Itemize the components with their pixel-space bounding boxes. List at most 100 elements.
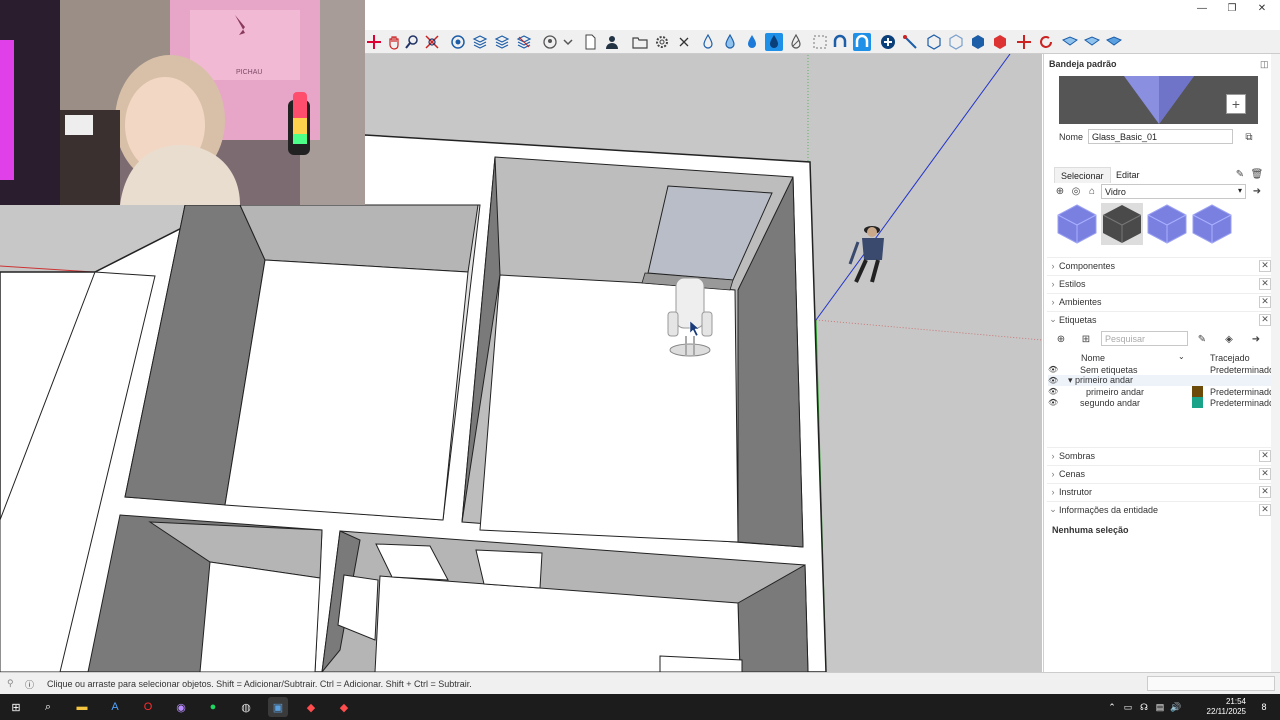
close-button[interactable]: ✕	[1247, 0, 1277, 16]
gear-icon[interactable]	[653, 33, 671, 51]
visibility-eye-icon[interactable]: 👁	[1048, 398, 1060, 407]
drop-stripe-icon[interactable]	[787, 33, 805, 51]
sort-icon[interactable]: ⌄	[1178, 352, 1185, 361]
layers-split-icon[interactable]	[515, 33, 533, 51]
expand-icon[interactable]: ▾	[1068, 375, 1075, 385]
forward-icon[interactable]: ◎	[1070, 185, 1082, 197]
tag-search-input[interactable]: Pesquisar	[1101, 331, 1188, 346]
measure-icon[interactable]	[901, 33, 919, 51]
column-dash-header[interactable]: Tracejado	[1210, 353, 1250, 363]
tag-tool-icon[interactable]: ◈	[1223, 333, 1235, 345]
material-name-field[interactable]: Glass_Basic_01	[1088, 129, 1233, 144]
zoom-icon[interactable]	[403, 33, 421, 51]
layers-alt-icon[interactable]	[493, 33, 511, 51]
grid-alt-icon[interactable]	[1083, 33, 1101, 51]
section-components[interactable]: › Componentes ✕	[1047, 257, 1271, 273]
maximize-button[interactable]: ❐	[1217, 0, 1247, 16]
layers-icon[interactable]	[471, 33, 489, 51]
folder-icon[interactable]	[631, 33, 649, 51]
file-explorer-icon[interactable]: ▬	[72, 697, 92, 717]
hexagon-soft-icon[interactable]	[947, 33, 965, 51]
details-icon[interactable]: ➜	[1251, 185, 1263, 197]
select-marquee-icon[interactable]	[811, 33, 829, 51]
section-tags[interactable]: ⌄ Etiquetas ✕	[1047, 311, 1271, 327]
discord-icon[interactable]: ◉	[171, 697, 191, 717]
close-icon[interactable]: ✕	[1259, 295, 1271, 308]
minimize-button[interactable]: —	[1187, 0, 1217, 16]
opera-icon[interactable]: O	[138, 697, 158, 717]
create-material-button[interactable]: +	[1226, 94, 1246, 114]
zoom-extents-icon[interactable]	[423, 33, 441, 51]
close-icon[interactable]: ✕	[1259, 277, 1271, 290]
orbit-icon[interactable]	[449, 33, 467, 51]
volume-icon[interactable]: 🔊	[1166, 697, 1186, 717]
column-name-header[interactable]: Nome	[1081, 353, 1105, 363]
move-red-icon[interactable]	[1015, 33, 1033, 51]
section-instructor[interactable]: › Instrutor ✕	[1047, 483, 1271, 499]
tag-row[interactable]: 👁 segundo andar Predeterminado	[1048, 397, 1274, 408]
tag-row[interactable]: 👁 Sem etiquetas Predeterminado	[1048, 364, 1274, 375]
tag-color-swatch[interactable]	[1192, 386, 1203, 397]
pin-icon[interactable]: ◫	[1260, 59, 1269, 70]
close-icon[interactable]: ✕	[1259, 449, 1271, 462]
material-swatch-2[interactable]	[1101, 203, 1143, 245]
notifications-badge[interactable]: 8	[1254, 697, 1274, 717]
section-environments[interactable]: › Ambientes ✕	[1047, 293, 1271, 309]
app-icon-red-2[interactable]: ◆	[334, 697, 354, 717]
visibility-eye-icon[interactable]: 👁	[1048, 387, 1060, 396]
close-icon[interactable]: ✕	[1259, 485, 1271, 498]
tab-edit[interactable]: Editar	[1110, 167, 1146, 183]
close-icon[interactable]: ✕	[1259, 313, 1271, 326]
tray-scrollbar[interactable]	[1271, 54, 1280, 672]
drop-outline-icon[interactable]	[699, 33, 717, 51]
tag-color-swatch[interactable]	[1192, 397, 1203, 408]
back-icon[interactable]: ⊕	[1054, 185, 1066, 197]
material-swatch-1[interactable]	[1056, 203, 1098, 245]
add-circle-icon[interactable]	[879, 33, 897, 51]
windows-start-icon[interactable]: ⊞	[6, 697, 26, 717]
info-icon[interactable]: ⓘ	[25, 678, 34, 691]
drop-half-icon[interactable]	[721, 33, 739, 51]
system-clock[interactable]: 21:54 22/11/2025	[1207, 697, 1246, 717]
eyedropper-icon[interactable]: ✎	[1234, 168, 1246, 180]
add-folder-icon[interactable]: ⊞	[1080, 333, 1092, 345]
material-swatch-4[interactable]	[1191, 203, 1233, 245]
account-icon[interactable]	[541, 33, 559, 51]
section-entity-info[interactable]: ⌄ Informações da entidade ✕	[1047, 501, 1271, 517]
move-icon[interactable]	[365, 33, 383, 51]
chrome-icon[interactable]: ◍	[236, 697, 256, 717]
close-x-icon[interactable]	[675, 33, 693, 51]
geo-icon[interactable]: ⚲	[7, 678, 14, 689]
section-scenes[interactable]: › Cenas ✕	[1047, 465, 1271, 481]
hexagon-fill-icon[interactable]	[969, 33, 987, 51]
tag-details-icon[interactable]: ➜	[1250, 333, 1262, 345]
hexagon-icon[interactable]	[925, 33, 943, 51]
duplicate-icon[interactable]: ⧉	[1243, 131, 1255, 143]
sketchup-icon[interactable]: ▣	[268, 697, 288, 717]
close-icon[interactable]: ✕	[1259, 503, 1271, 516]
pan-icon[interactable]	[385, 33, 403, 51]
add-tag-icon[interactable]: ⊕	[1055, 333, 1067, 345]
tag-row[interactable]: 👁 primeiro andar Predeterminado	[1048, 386, 1274, 397]
drop-active-icon[interactable]	[765, 33, 783, 51]
close-icon[interactable]: ✕	[1259, 259, 1271, 272]
home-icon[interactable]: ⌂	[1086, 185, 1098, 197]
autocad-icon[interactable]: A	[105, 697, 125, 717]
close-icon[interactable]: ✕	[1259, 467, 1271, 480]
magnet-active-icon[interactable]	[853, 33, 871, 51]
user-icon[interactable]	[603, 33, 621, 51]
section-shadows[interactable]: › Sombras ✕	[1047, 447, 1271, 463]
chevron-down-icon[interactable]	[559, 33, 577, 51]
grid-fill-icon[interactable]	[1105, 33, 1123, 51]
spotify-icon[interactable]: ●	[203, 697, 223, 717]
tag-folder-row[interactable]: 👁 ▾ primeiro andar	[1048, 375, 1272, 386]
measurements-box[interactable]	[1147, 676, 1275, 691]
color-by-tag-icon[interactable]: ✎	[1196, 333, 1208, 345]
material-swatch-3[interactable]	[1146, 203, 1188, 245]
tab-select[interactable]: Selecionar	[1054, 167, 1111, 183]
app-icon-red[interactable]: ◆	[301, 697, 321, 717]
new-file-icon[interactable]	[581, 33, 599, 51]
search-icon[interactable]: ⌕	[38, 697, 58, 717]
grid-icon[interactable]	[1061, 33, 1079, 51]
visibility-eye-icon[interactable]: 👁	[1048, 365, 1060, 374]
